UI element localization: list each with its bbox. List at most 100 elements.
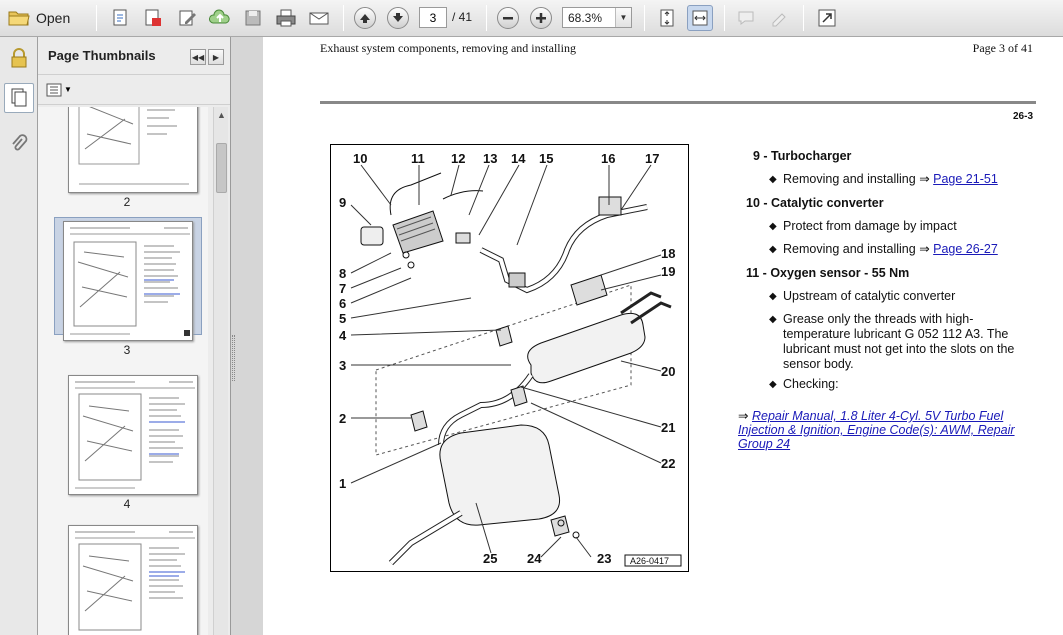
chevron-right-icon: ▶: [212, 52, 220, 62]
splitter-grip[interactable]: [232, 335, 235, 381]
callout-3: 3: [339, 358, 346, 373]
fit-page-icon: [660, 9, 674, 27]
edit-button[interactable]: [174, 5, 200, 31]
arrow-right-icon: ⇒: [738, 409, 749, 423]
callout-12: 12: [451, 151, 465, 166]
callout-19: 19: [661, 264, 675, 279]
zoom-value: 68.3%: [568, 10, 603, 25]
document-page: Exhaust system components, removing and …: [263, 37, 1063, 635]
callout-24: 24: [527, 551, 542, 566]
pdf-document-icon: [145, 9, 161, 26]
plus-icon: [536, 13, 546, 23]
page-link[interactable]: Page 21-51: [933, 172, 998, 186]
callout-13: 13: [483, 151, 497, 166]
security-button[interactable]: [4, 43, 34, 73]
export-pdf-button[interactable]: [140, 5, 166, 31]
exhaust-diagram-drawing: 10 11 12 13 14 15 16 17 9 18 19 8 7 6 5 …: [339, 151, 682, 567]
fit-width-icon: [692, 10, 708, 26]
zoom-in-button[interactable]: [530, 5, 552, 31]
panel-title: Page Thumbnails: [48, 48, 156, 63]
bullet-icon: ◆: [769, 379, 777, 390]
save-icon: [245, 10, 261, 26]
email-button[interactable]: [306, 5, 332, 31]
page-thumbnails-button[interactable]: [4, 83, 34, 113]
upload-cloud-icon: [209, 9, 230, 24]
repair-manual-reference: ⇒ Repair Manual, 1.8 Liter 4-Cyl. 5V Tur…: [738, 409, 1043, 451]
navigation-rail: [0, 37, 38, 635]
callout-11: 11: [411, 151, 425, 166]
thumbnail-image: [68, 375, 198, 495]
page-link[interactable]: Page 26-27: [933, 242, 998, 256]
chevron-down-icon[interactable]: ▼: [615, 8, 631, 27]
zoom-out-button[interactable]: [497, 5, 519, 31]
callout-17: 17: [645, 151, 659, 166]
thumbnail-options-row: ▼: [38, 75, 230, 105]
save-button[interactable]: [240, 5, 266, 31]
thumbnails-scrollbar[interactable]: ▲: [213, 107, 228, 635]
callout-7: 7: [339, 281, 346, 296]
callout-2: 2: [339, 411, 346, 426]
item-heading: 9 - Turbocharger: [753, 149, 852, 163]
thumbnail-image: [68, 525, 198, 635]
repair-manual-link[interactable]: Repair Manual, 1.8 Liter 4-Cyl. 5V Turbo…: [738, 409, 1015, 451]
fit-page-button[interactable]: [654, 5, 680, 31]
edit-icon: [179, 10, 196, 26]
printer-icon: [276, 9, 296, 27]
previous-page-button[interactable]: [354, 5, 376, 31]
minus-icon: [503, 17, 513, 20]
header-rule: [320, 101, 1036, 104]
thumbnail-label: 4: [123, 497, 131, 511]
open-button[interactable]: Open: [6, 5, 82, 31]
comment-button[interactable]: [733, 5, 759, 31]
page-total: / 41: [452, 10, 473, 24]
callout-25: 25: [483, 551, 497, 566]
collapse-panel-button[interactable]: ◀◀: [190, 49, 206, 65]
panel-splitter[interactable]: [231, 37, 263, 635]
callout-10: 10: [353, 151, 367, 166]
callout-6: 6: [339, 296, 346, 311]
highlight-button[interactable]: [766, 5, 792, 31]
highlighter-icon: [772, 13, 786, 27]
callout-14: 14: [511, 151, 526, 166]
pages-icon: [11, 88, 27, 107]
document-viewer[interactable]: Exhaust system components, removing and …: [263, 37, 1063, 635]
scroll-up-icon[interactable]: ▲: [214, 107, 229, 123]
attachments-button[interactable]: [4, 129, 34, 159]
thumbnail-image: [68, 107, 198, 193]
expand-button[interactable]: [814, 5, 840, 31]
scrollbar-thumb[interactable]: [216, 143, 227, 193]
options-menu-button[interactable]: ▼: [46, 82, 72, 98]
zoom-select[interactable]: 68.3% ▼: [562, 7, 632, 28]
fit-width-button[interactable]: [687, 5, 713, 31]
callout-20: 20: [661, 364, 675, 379]
bullet-icon: ◆: [769, 291, 777, 302]
bullet-icon: ◆: [769, 174, 777, 185]
paperclip-icon: [12, 134, 28, 151]
callout-15: 15: [539, 151, 553, 166]
callout-23: 23: [597, 551, 611, 566]
next-page-button[interactable]: [387, 5, 409, 31]
exhaust-diagram: 10 11 12 13 14 15 16 17 9 18 19 8 7 6 5 …: [330, 144, 689, 572]
callout-9: 9: [339, 195, 346, 210]
callout-16: 16: [601, 151, 615, 166]
callout-18: 18: [661, 246, 675, 261]
lock-icon: [11, 48, 27, 68]
create-pdf-button[interactable]: [108, 5, 134, 31]
arrow-down-icon: [393, 13, 403, 22]
bullet-icon: ◆: [769, 221, 777, 232]
page-header-page-number: Page 3 of 41: [972, 41, 1033, 55]
page-header-title: Exhaust system components, removing and …: [320, 41, 576, 55]
envelope-icon: [309, 12, 329, 25]
page-number-input[interactable]: [419, 7, 447, 28]
print-button[interactable]: [273, 5, 299, 31]
thumbnail-label: 2: [123, 195, 131, 209]
close-panel-button[interactable]: ▶: [208, 49, 224, 65]
section-number: 26-3: [1012, 111, 1033, 122]
thumbnail-list: 2 3 4: [38, 107, 208, 635]
options-icon: [46, 83, 62, 96]
callout-4: 4: [339, 328, 347, 343]
share-button[interactable]: [207, 5, 233, 31]
expand-icon: [818, 9, 836, 27]
thumbnails-panel: Page Thumbnails ◀◀ ▶ ▼ 2 3 4 ▲: [38, 37, 231, 635]
callout-5: 5: [339, 311, 346, 326]
